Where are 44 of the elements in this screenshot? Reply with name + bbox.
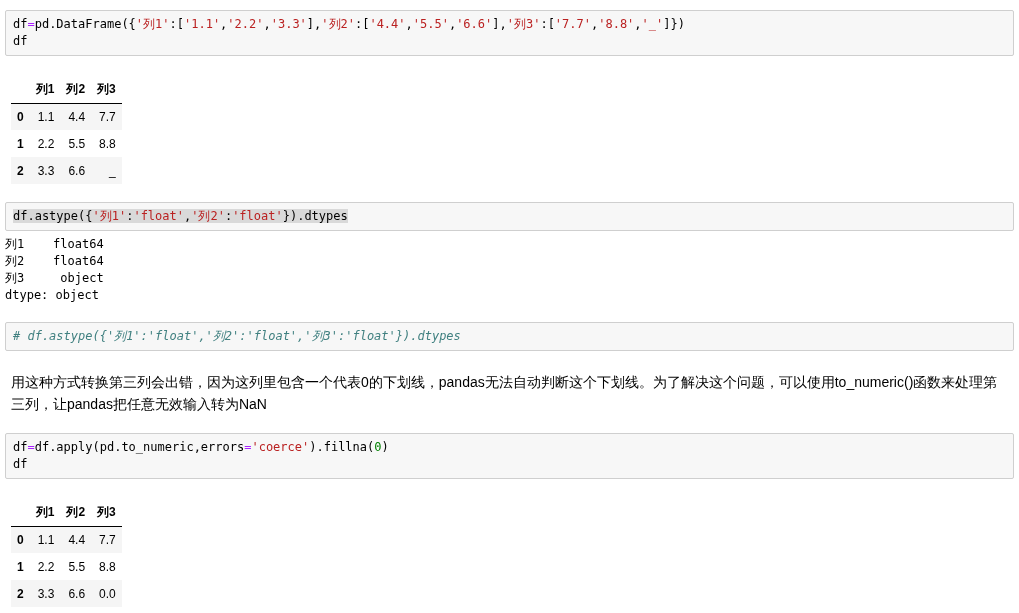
code-line: df bbox=[13, 34, 28, 48]
row-index: 2 bbox=[11, 157, 30, 184]
column-header: 列3 bbox=[91, 76, 122, 103]
row-index: 1 bbox=[11, 553, 30, 580]
table-cell: 2.2 bbox=[29, 553, 61, 580]
code-cell[interactable]: df.astype({'列1':'float','列2':'float'}).dtypes bbox=[5, 202, 1014, 231]
row-index: 2 bbox=[11, 580, 30, 607]
output-line: 列3 object bbox=[5, 270, 104, 287]
table-cell: 7.7 bbox=[91, 103, 122, 130]
table-cell: 1.1 bbox=[29, 103, 61, 130]
code-line: # df.astype({'列1':'float','列2':'float','列3':'float'}).dtypes bbox=[13, 329, 461, 343]
table-cell: 5.5 bbox=[60, 130, 92, 157]
column-header: 列1 bbox=[29, 76, 61, 103]
output-line: 列2 float64 bbox=[5, 253, 104, 270]
table-cell: 6.6 bbox=[60, 580, 92, 607]
table-cell: 4.4 bbox=[60, 526, 92, 553]
row-index: 1 bbox=[11, 130, 30, 157]
table-cell: 2.2 bbox=[29, 130, 61, 157]
code-line: df=df.apply(pd.to_numeric,errors='coerce').fillna(0) bbox=[13, 440, 389, 454]
table-cell: 8.8 bbox=[91, 130, 122, 157]
table-cell: 0.0 bbox=[91, 580, 122, 607]
table-cell: 5.5 bbox=[60, 553, 92, 580]
table-cell: 3.3 bbox=[29, 157, 61, 184]
table-cell: 3.3 bbox=[29, 580, 61, 607]
table-cell: 4.4 bbox=[60, 103, 92, 130]
output-line: dtype: object bbox=[5, 287, 99, 304]
row-index: 0 bbox=[11, 103, 30, 130]
row-index: 0 bbox=[11, 526, 30, 553]
column-header: 列1 bbox=[29, 499, 61, 526]
code-cell[interactable]: df=pd.DataFrame({'列1':['1.1','2.2','3.3'],'列2':['4.4','5.5','6.6'],'列3':['7.7','8.8','_']}) df bbox=[5, 10, 1014, 56]
column-header: 列3 bbox=[91, 499, 122, 526]
table-cell: 7.7 bbox=[91, 526, 122, 553]
code-cell[interactable]: df=df.apply(pd.to_numeric,errors='coerce').fillna(0) df bbox=[5, 433, 1014, 479]
output-line: 列1 float64 bbox=[5, 236, 104, 253]
column-header: 列2 bbox=[60, 76, 92, 103]
table-cell: 1.1 bbox=[29, 526, 61, 553]
column-header: 列2 bbox=[60, 499, 92, 526]
table-cell: 6.6 bbox=[60, 157, 92, 184]
table-cell: 8.8 bbox=[91, 553, 122, 580]
code-cell[interactable]: # df.astype({'列1':'float','列2':'float','列3':'float'}).dtypes bbox=[5, 322, 1014, 351]
markdown-paragraph: 用这种方式转换第三列会出错，因为这列里包含一个代表0的下划线，pandas无法自动判断这个下划线。为了解决这个问题，可以使用to_numeric()函数来处理第三列，让pandas把任意无效输入转为NaN bbox=[10, 373, 999, 414]
code-line: df bbox=[13, 457, 28, 471]
code-line: df=pd.DataFrame({'列1':['1.1','2.2','3.3'],'列2':['4.4','5.5','6.6'],'列3':['7.7','8.8','_']}) bbox=[13, 17, 685, 31]
table-cell: _ bbox=[91, 157, 122, 184]
